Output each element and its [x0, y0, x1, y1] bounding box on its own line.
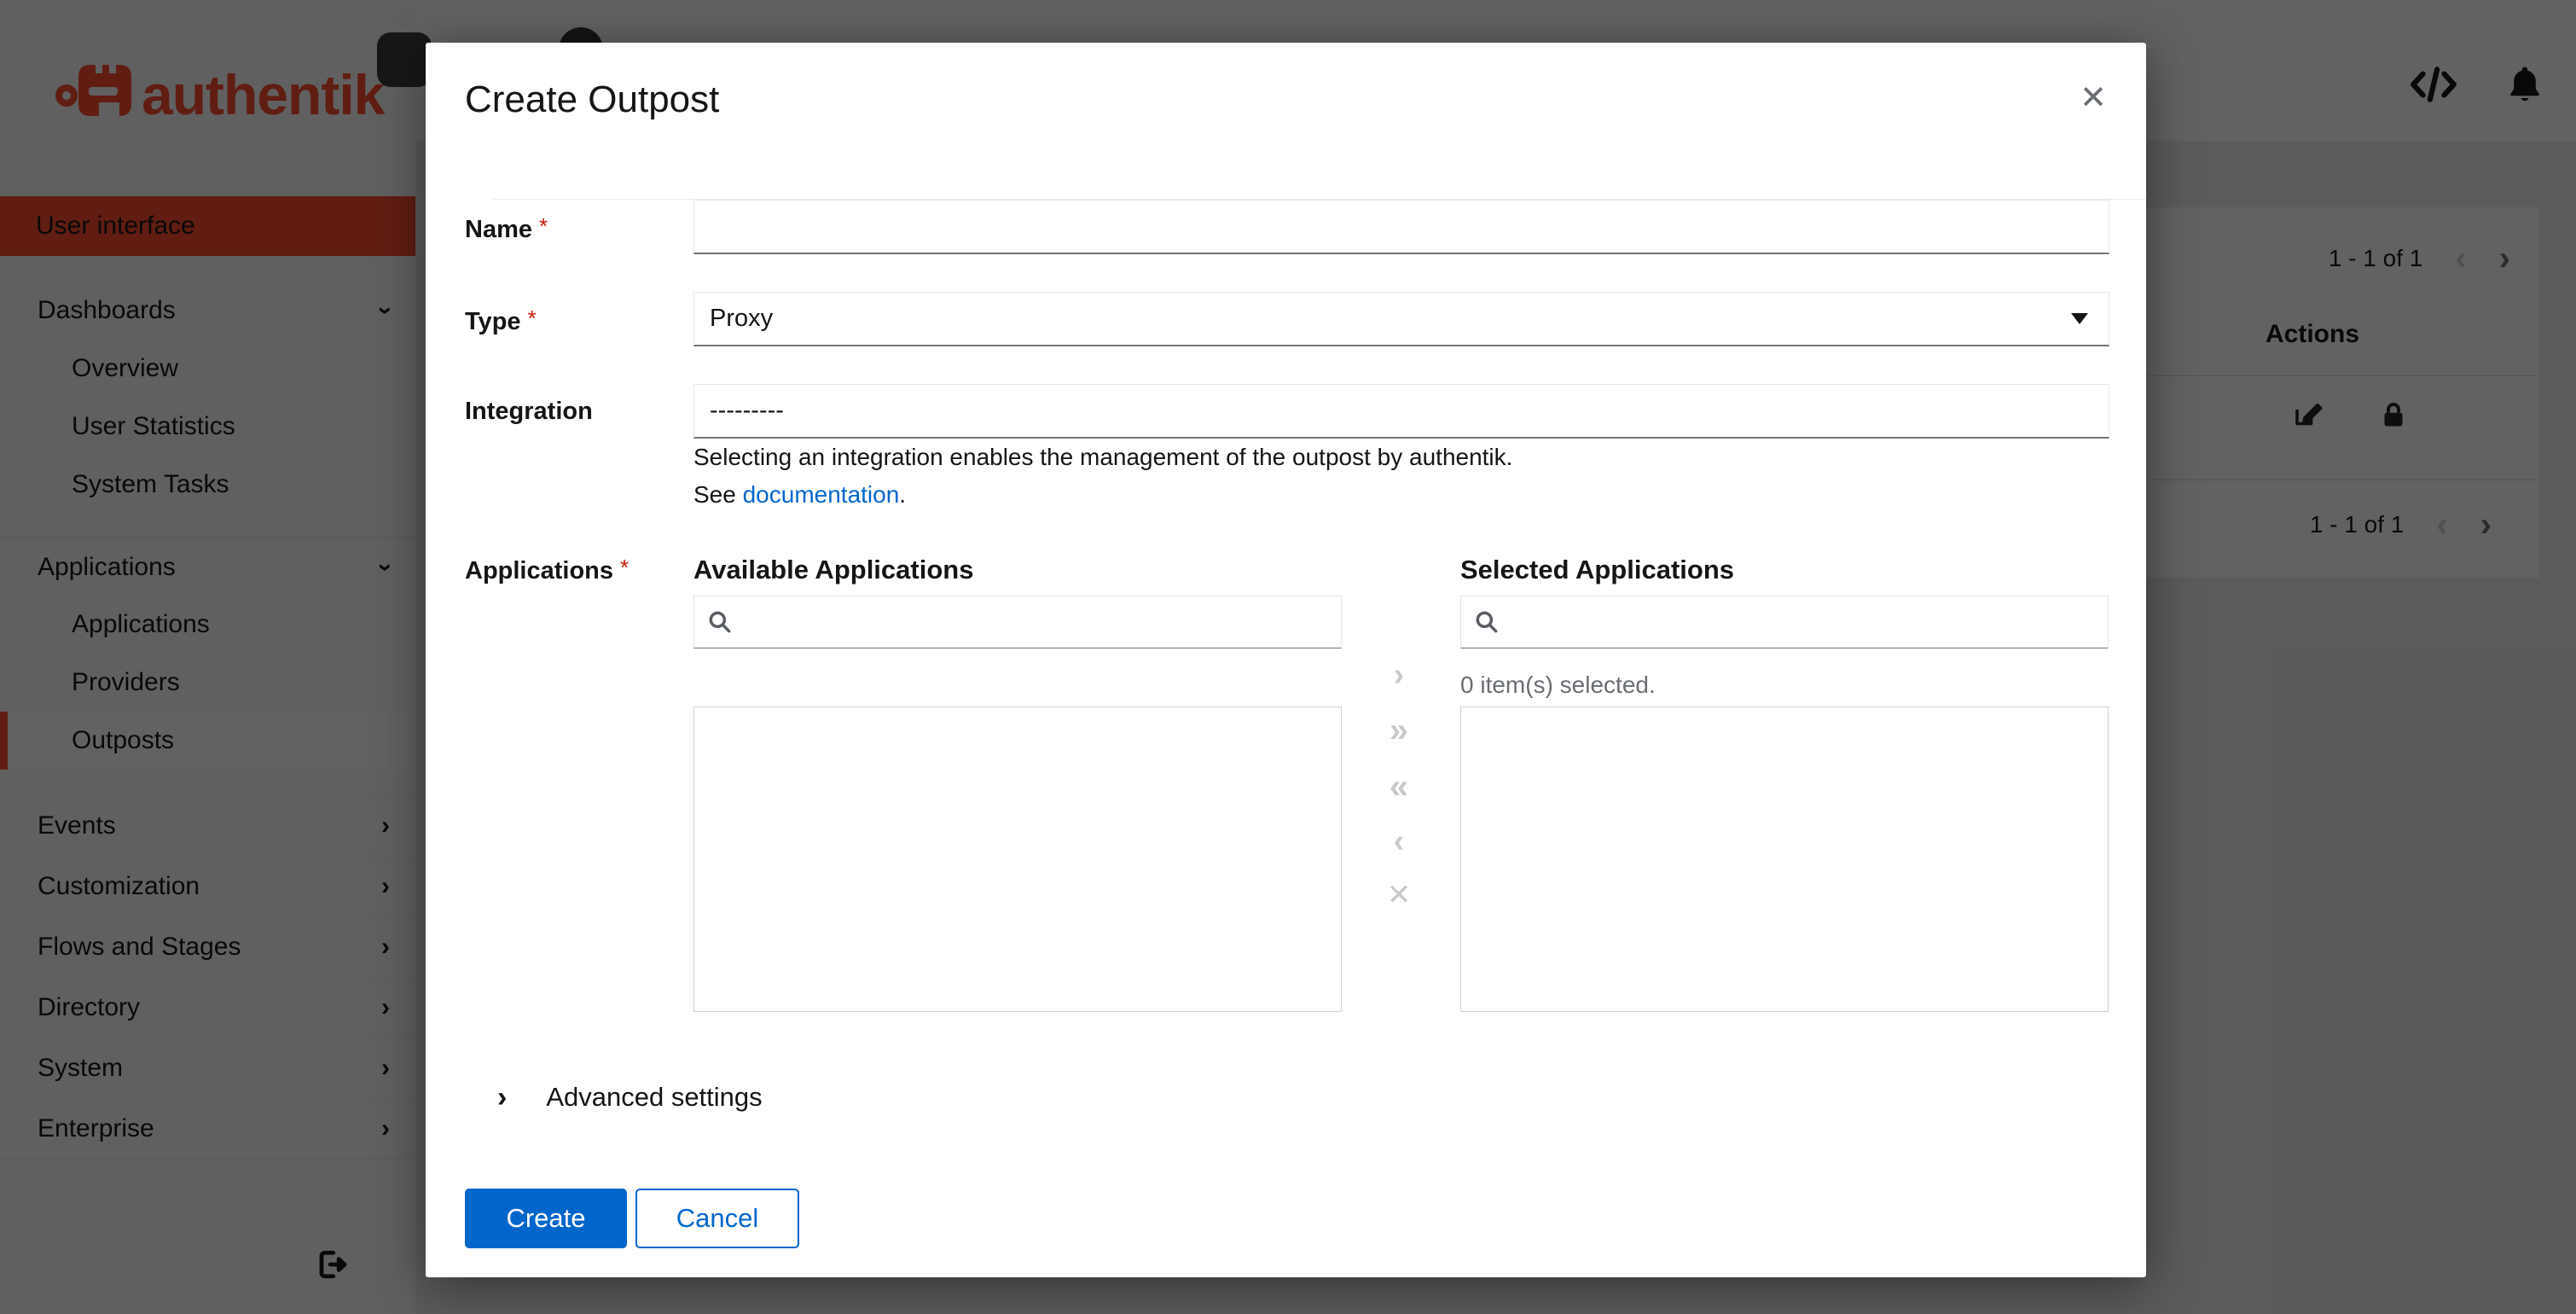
- integration-select-value: ---------: [710, 397, 784, 424]
- caret-down-icon: [2071, 313, 2088, 324]
- selected-applications-list[interactable]: [1460, 706, 2109, 1012]
- move-all-right-button[interactable]: »: [1380, 713, 1418, 747]
- selected-applications-header: Selected Applications: [1460, 555, 1734, 584]
- chevron-right-icon: ›: [497, 1081, 508, 1113]
- selected-search: [1460, 596, 2109, 648]
- available-applications-header: Available Applications: [693, 555, 974, 584]
- integration-help-text: Selecting an integration enables the man…: [693, 444, 1513, 508]
- search-icon: [709, 611, 731, 633]
- selected-search-input[interactable]: [1511, 608, 2096, 636]
- modal-title: Create Outpost: [465, 78, 720, 120]
- applications-field-label: Applications *: [465, 555, 629, 584]
- required-asterisk: *: [539, 213, 548, 239]
- type-field-label: Type *: [465, 305, 537, 335]
- required-asterisk: *: [527, 305, 537, 331]
- required-asterisk: *: [620, 555, 629, 580]
- available-search: [693, 596, 1342, 648]
- type-select-value: Proxy: [710, 305, 774, 332]
- close-icon[interactable]: ✕: [2080, 82, 2107, 114]
- app-screen: authentik User interface Dashboards › Ov…: [0, 0, 2576, 1314]
- move-all-left-button[interactable]: «: [1380, 770, 1418, 804]
- documentation-link[interactable]: documentation: [743, 481, 900, 508]
- name-input[interactable]: [693, 200, 2109, 254]
- cancel-button[interactable]: Cancel: [635, 1189, 799, 1248]
- integration-select[interactable]: ---------: [693, 384, 2109, 439]
- create-button[interactable]: Create: [465, 1189, 627, 1248]
- type-select[interactable]: Proxy: [693, 292, 2109, 346]
- selected-count-label: 0 item(s) selected.: [1460, 672, 1656, 698]
- available-search-input[interactable]: [744, 608, 1329, 636]
- advanced-settings-toggle[interactable]: › Advanced settings: [497, 1082, 763, 1113]
- clear-selection-button[interactable]: ✕: [1380, 881, 1418, 910]
- integration-field-label: Integration: [465, 398, 593, 425]
- advanced-settings-label: Advanced settings: [546, 1082, 763, 1112]
- move-selected-left-button[interactable]: ‹: [1380, 825, 1418, 858]
- name-field-label: Name *: [465, 213, 548, 243]
- move-selected-right-button[interactable]: ›: [1380, 659, 1418, 691]
- create-outpost-modal: Create Outpost ✕ Name * Type * Proxy Integ…: [426, 43, 2146, 1277]
- search-icon: [1476, 611, 1498, 633]
- available-applications-list[interactable]: [693, 706, 1342, 1012]
